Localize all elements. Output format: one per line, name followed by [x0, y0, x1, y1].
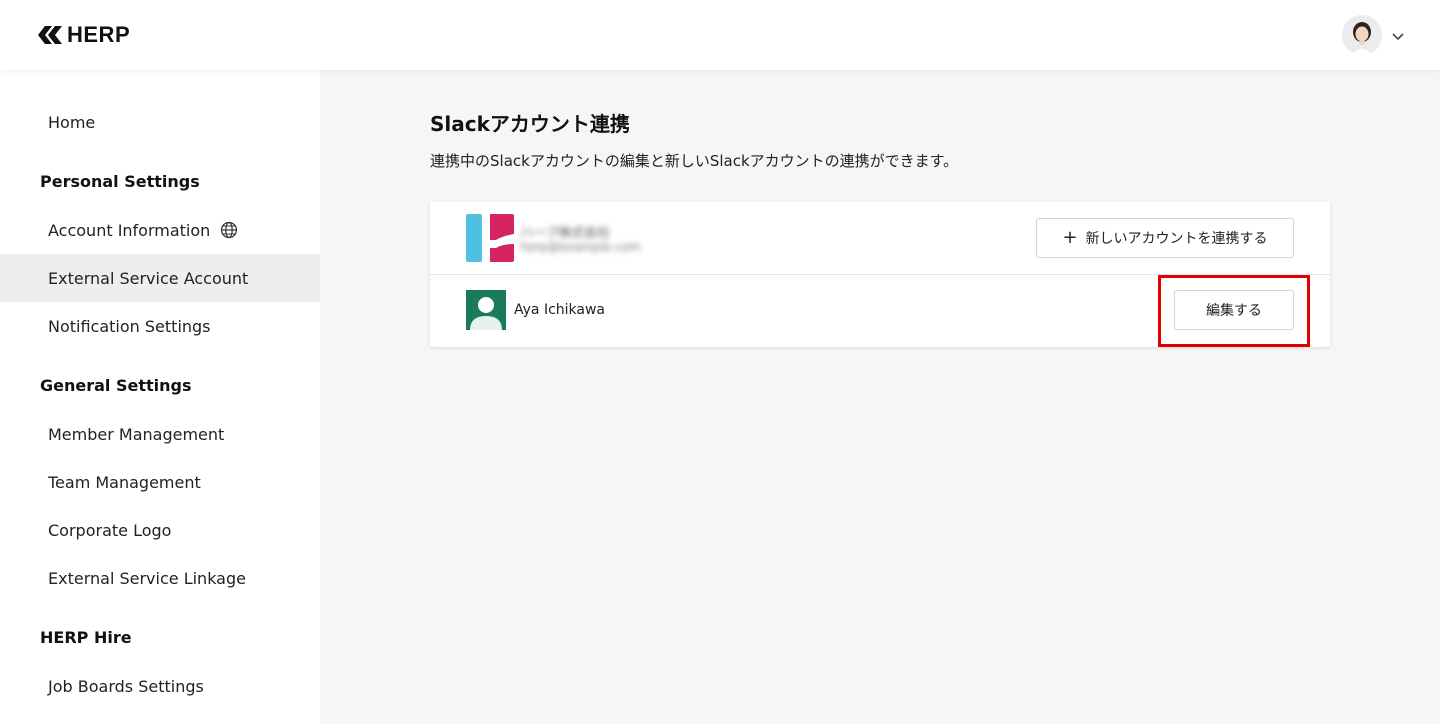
herp-logo[interactable]: HERP	[36, 22, 130, 48]
sidebar-item-label: Team Management	[48, 472, 201, 492]
top-header: HERP	[0, 0, 1440, 70]
logo-text: HERP	[67, 22, 131, 47]
workspace-name: ハーブ株式会社	[520, 226, 611, 241]
user-avatar[interactable]	[1342, 15, 1382, 55]
globe-icon	[221, 221, 238, 239]
sidebar-heading-herp-hire: HERP Hire	[40, 628, 132, 647]
sidebar-item-label: External Service Account	[48, 268, 249, 288]
workspace-email: herp@example.com	[520, 240, 641, 254]
sidebar-item-external-service-linkage[interactable]: External Service Linkage	[0, 554, 320, 602]
sidebar-item-label: Home	[48, 112, 96, 132]
page-title: Slackアカウント連携	[430, 112, 630, 136]
sidebar-item-label: Job Boards Settings	[48, 676, 204, 696]
sidebar-item-home[interactable]: Home	[0, 98, 320, 146]
highlight-box	[1158, 275, 1310, 347]
sidebar-item-team-management[interactable]: Team Management	[0, 458, 320, 506]
sidebar-heading-personal: Personal Settings	[40, 172, 200, 191]
sidebar-item-account-information[interactable]: Account Information	[0, 206, 320, 254]
chevron-down-icon[interactable]	[1391, 29, 1405, 43]
sidebar-item-corporate-logo[interactable]: Corporate Logo	[0, 506, 320, 554]
sidebar-item-label: Notification Settings	[48, 316, 211, 336]
sidebar-item-label: Corporate Logo	[48, 520, 172, 540]
sidebar-item-job-boards-settings[interactable]: Job Boards Settings	[0, 662, 320, 710]
sidebar-item-label: External Service Linkage	[48, 568, 246, 588]
herp-logo-icon	[38, 26, 62, 44]
slack-user-name: Aya Ichikawa	[514, 302, 605, 318]
slack-user-avatar-icon	[466, 290, 506, 330]
workspace-logo-icon	[466, 214, 514, 262]
sidebar-heading-general: General Settings	[40, 376, 192, 395]
user-avatar-photo	[1342, 15, 1382, 55]
add-account-button[interactable]: + 新しいアカウントを連携する	[1036, 218, 1294, 258]
sidebar: Home Personal Settings Account Informati…	[0, 70, 320, 724]
page-description: 連携中のSlackアカウントの編集と新しいSlackアカウントの連携ができます。	[430, 152, 959, 170]
sidebar-item-label: Member Management	[48, 424, 225, 444]
plus-icon: +	[1062, 227, 1078, 248]
sidebar-item-external-service-account[interactable]: External Service Account	[0, 254, 320, 302]
sidebar-item-member-management[interactable]: Member Management	[0, 410, 320, 458]
sidebar-item-notification-settings[interactable]: Notification Settings	[0, 302, 320, 350]
add-account-label: 新しいアカウントを連携する	[1085, 231, 1268, 247]
sidebar-item-label: Account Information	[48, 220, 211, 240]
